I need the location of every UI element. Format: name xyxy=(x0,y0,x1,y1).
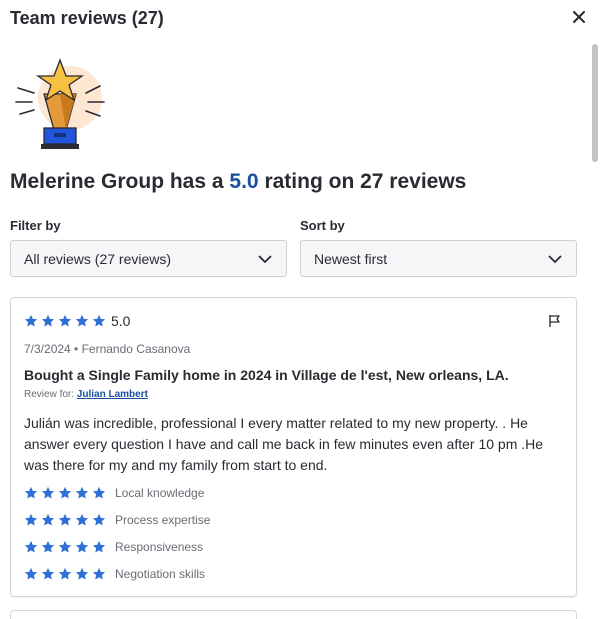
star-icon xyxy=(92,513,106,526)
modal-title: Team reviews (27) xyxy=(10,8,164,28)
chevron-down-icon xyxy=(548,255,562,264)
star-icon xyxy=(92,486,106,499)
close-icon xyxy=(573,11,585,23)
star-icon xyxy=(75,513,89,526)
trophy-icon xyxy=(15,58,105,149)
star-icon xyxy=(75,567,89,580)
filter-label: Filter by xyxy=(10,218,61,233)
summary-suffix: rating on 27 reviews xyxy=(264,170,467,193)
close-button[interactable] xyxy=(568,6,590,28)
review-meta: 7/3/2024 • Fernando Casanova xyxy=(24,342,191,356)
sort-label: Sort by xyxy=(300,218,345,233)
star-icon xyxy=(58,486,72,499)
sub-rating-negotiation-skills: Negotiation skills xyxy=(24,567,205,581)
flag-icon[interactable] xyxy=(548,314,562,328)
sub-rating-responsiveness: Responsiveness xyxy=(24,540,203,554)
review-card-next xyxy=(10,610,577,619)
sub-rating-process-expertise: Process expertise xyxy=(24,513,210,527)
star-icon xyxy=(24,314,38,327)
star-icon xyxy=(58,314,72,327)
sub-rating-label: Local knowledge xyxy=(115,486,205,500)
sub-rating-stars xyxy=(24,486,106,500)
review-score: 5.0 xyxy=(111,313,131,329)
scrollbar[interactable] xyxy=(590,36,600,619)
sort-select-value: Newest first xyxy=(314,250,388,267)
star-icon xyxy=(92,540,106,553)
star-icon xyxy=(24,486,38,499)
sub-rating-label: Negotiation skills xyxy=(115,567,206,581)
sub-rating-label: Responsiveness xyxy=(115,540,204,554)
star-icon xyxy=(58,513,72,526)
review-for: Review for: Julian Lambert xyxy=(24,389,148,400)
sub-rating-stars xyxy=(24,513,106,527)
star-icon xyxy=(92,567,106,580)
star-icon xyxy=(24,540,38,553)
filter-select-value: All reviews (27 reviews) xyxy=(24,250,172,267)
star-icon xyxy=(75,486,89,499)
rating-summary: Melerine Group has a 5.0 rating on 27 re… xyxy=(10,170,466,194)
summary-prefix: Melerine Group has a xyxy=(10,170,224,193)
star-icon xyxy=(75,314,89,327)
review-title: Bought a Single Family home in 2024 in V… xyxy=(24,367,509,383)
star-icon xyxy=(41,567,55,580)
chevron-down-icon xyxy=(258,255,272,264)
star-icon xyxy=(58,567,72,580)
star-icon xyxy=(41,513,55,526)
scrollbar-thumb[interactable] xyxy=(592,44,598,162)
sub-rating-label: Process expertise xyxy=(115,513,211,527)
star-icon xyxy=(24,567,38,580)
sort-select[interactable]: Newest first xyxy=(300,240,577,277)
review-body: Julián was incredible, professional I ev… xyxy=(24,415,544,473)
summary-rating: 5.0 xyxy=(229,170,259,193)
review-for-prefix: Review for: xyxy=(24,389,75,400)
agent-link[interactable]: Julian Lambert xyxy=(77,389,148,400)
star-icon xyxy=(58,540,72,553)
overall-star-rating xyxy=(24,314,106,328)
star-icon xyxy=(41,540,55,553)
star-icon xyxy=(41,486,55,499)
review-card: 5.0 7/3/2024 • Fernando Casanova Bought … xyxy=(10,297,577,597)
star-icon xyxy=(24,513,38,526)
team-reviews-modal: Team reviews (27) Melerine Group has a 5… xyxy=(0,0,600,619)
star-icon xyxy=(41,314,55,327)
sub-rating-stars xyxy=(24,540,106,554)
sub-rating-local-knowledge: Local knowledge xyxy=(24,486,204,500)
star-icon xyxy=(75,540,89,553)
filter-select[interactable]: All reviews (27 reviews) xyxy=(10,240,287,277)
star-icon xyxy=(92,314,106,327)
sub-rating-stars xyxy=(24,567,106,581)
